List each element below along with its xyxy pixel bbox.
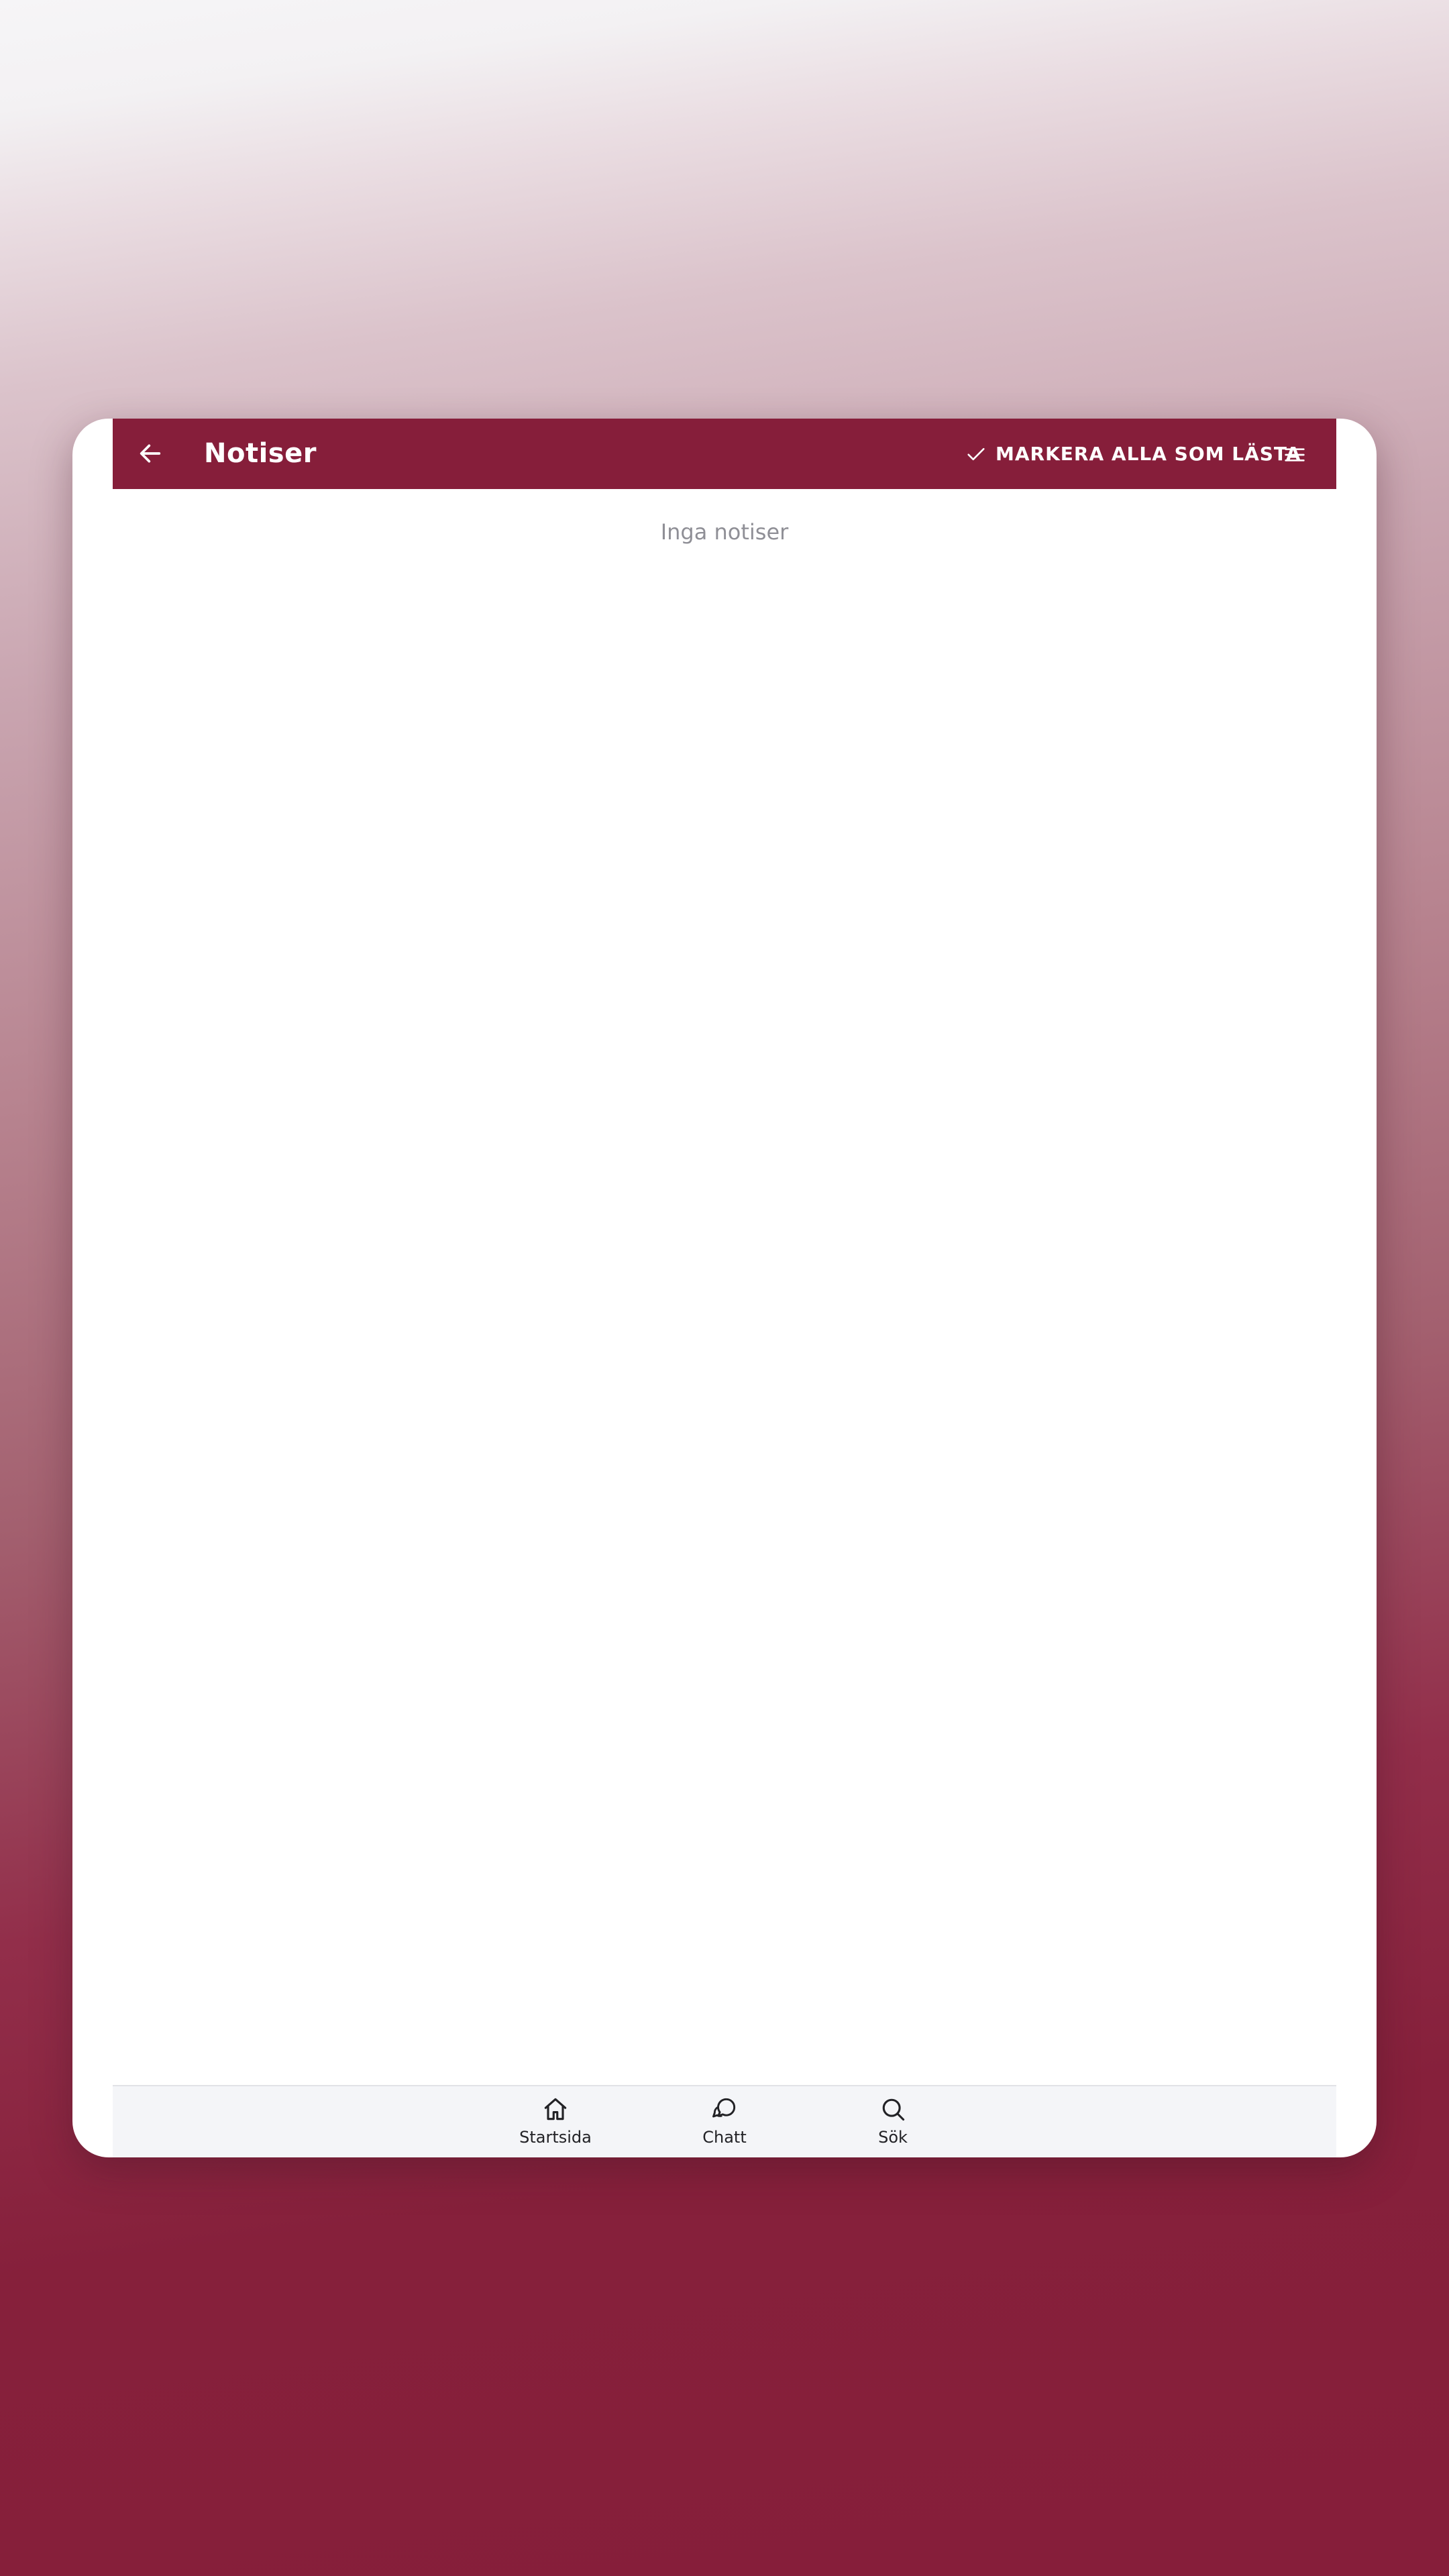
back-button[interactable] xyxy=(129,432,172,475)
nav-label-startsida: Startsida xyxy=(519,2128,592,2147)
mark-all-read-label: MARKERA ALLA SOM LÄSTA xyxy=(996,443,1301,465)
nav-item-sok[interactable]: Sök xyxy=(826,2094,960,2155)
arrow-left-icon xyxy=(140,444,161,463)
bottom-navigation: Startsida Chatt Sök xyxy=(113,2085,1336,2157)
home-icon xyxy=(541,2094,570,2124)
check-icon xyxy=(967,447,985,460)
page-title: Notiser xyxy=(204,438,317,469)
nav-label-chatt: Chatt xyxy=(702,2128,747,2147)
app-screen: Notiser MARKERA ALLA SOM LÄSTA Inga noti… xyxy=(113,419,1336,2157)
menu-button[interactable] xyxy=(1276,436,1313,474)
chat-icon xyxy=(710,2094,739,2124)
top-app-bar: Notiser MARKERA ALLA SOM LÄSTA xyxy=(113,419,1336,489)
nav-item-chatt[interactable]: Chatt xyxy=(657,2094,792,2155)
mark-all-read-button[interactable]: MARKERA ALLA SOM LÄSTA xyxy=(965,419,1301,489)
nav-label-sok: Sök xyxy=(878,2128,908,2147)
empty-notifications-message: Inga notiser xyxy=(660,519,789,545)
nav-item-startsida[interactable]: Startsida xyxy=(488,2094,623,2155)
search-icon xyxy=(878,2094,908,2124)
tablet-frame: Notiser MARKERA ALLA SOM LÄSTA Inga noti… xyxy=(72,419,1377,2157)
hamburger-menu-icon xyxy=(1285,448,1305,462)
